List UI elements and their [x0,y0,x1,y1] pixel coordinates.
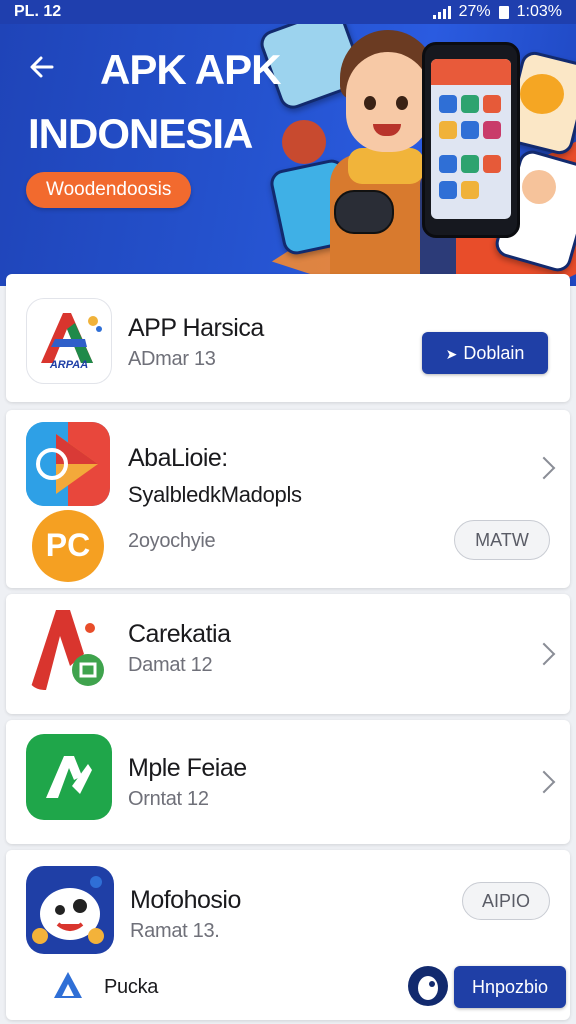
download-button-label: Doblain [463,343,525,363]
phone-illustration [422,42,520,238]
more-pill-button[interactable]: MATW [454,520,550,560]
action-pill-button[interactable]: AIPIO [462,882,550,920]
app-icon-mple [26,734,112,820]
footer-primary-button[interactable]: Hnpozbio [454,966,566,1008]
app-row-1[interactable]: ARPAA APP Harsica ADmar 13 ➤ Doblain [6,274,570,402]
signal-icon [432,5,451,19]
hero-banner: APK APK INDONESIA Woodendoosis [0,24,576,286]
hero-subtitle: INDONESIA [28,110,253,157]
app-title: APP Harsica [128,314,264,342]
app-title: AbaLioie: [128,444,228,472]
app-row-2[interactable]: PC AbaLioie: SyalbledkMadopls 2oyochyie … [6,410,570,588]
app-title: Mple Feiae [128,754,247,782]
app-subtitle: Damat 12 [128,654,213,676]
app-icon-mofohosio [26,866,114,954]
svg-text:PC: PC [46,527,90,563]
back-button[interactable] [22,50,62,90]
battery-icon [498,5,509,19]
battery-percent: 27% [458,3,491,20]
app-icon-play [26,422,110,506]
character-face [346,52,430,152]
gamepad-icon [334,190,394,234]
character-eye [364,96,376,110]
app-row-4[interactable]: Mple Feiae Orntat 12 [6,720,570,844]
hero-category-pill[interactable]: Woodendoosis [26,172,192,208]
arrow-right-icon: ➤ [445,346,458,362]
profile-icon[interactable] [408,966,448,1006]
app-subtitle: Ramat 13. [130,920,220,942]
app-title: Mofohosio [130,886,241,914]
footer-app-label: Pucka [104,976,159,998]
app-subtitle: Orntat 12 [128,788,209,810]
chevron-right-icon[interactable] [532,642,556,666]
kid-illustration [282,120,326,164]
download-button[interactable]: ➤ Doblain [422,332,548,374]
kid-illustration [522,170,556,204]
hero-title: APK APK [100,46,281,93]
status-bar: PL. 12 27% 1:03% [0,0,576,24]
app-subtitle: ADmar 13 [128,348,216,370]
app-icon-label: ARPAA [49,359,89,371]
app-row-5[interactable]: Mofohosio Ramat 13. AIPIO Pucka Hnpozbio [6,850,570,1020]
app-icon-carekatia [26,606,110,690]
status-time: 1:03% [516,3,562,20]
status-left-text: PL. 12 [14,3,62,20]
app-row-3[interactable]: Carekatia Damat 12 [6,594,570,714]
app-icon-pc: PC [32,510,104,582]
arrow-left-icon [30,56,54,78]
character-scarf [348,148,424,184]
mascot-illustration [520,74,564,114]
app-subtitle: SyalbledkMadopls [128,482,302,507]
pucka-logo-icon [52,970,84,1002]
chevron-right-icon[interactable] [532,456,556,480]
app-meta: 2oyochyie [128,530,216,552]
status-right-group: 27% 1:03% [432,3,562,21]
app-icon-arpaa: ARPAA [26,298,112,384]
character-eye [396,96,408,110]
chevron-right-icon[interactable] [532,770,556,794]
app-title: Carekatia [128,620,231,648]
